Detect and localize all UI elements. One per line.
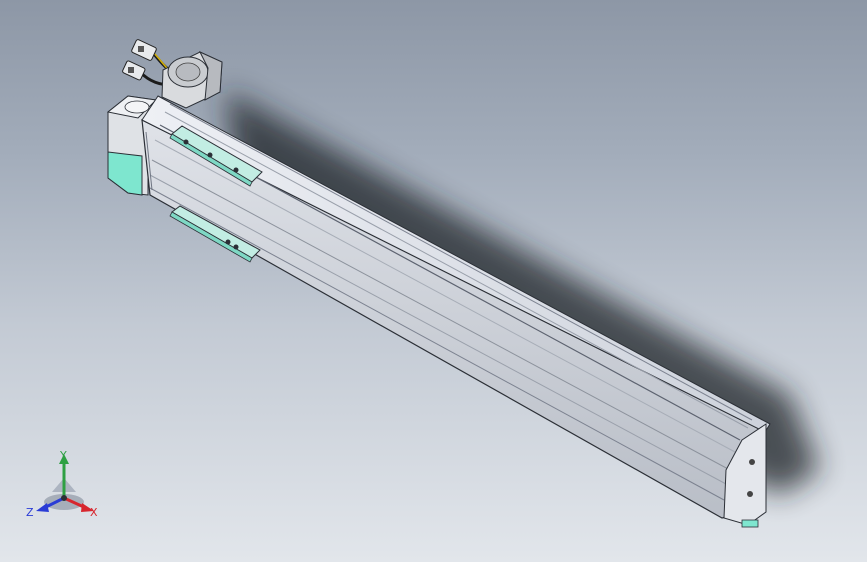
z-axis-label: Z [26, 506, 34, 519]
x-axis-label: X [90, 506, 98, 519]
linear-actuator-model[interactable] [0, 0, 867, 562]
orientation-triad: Y X Z [26, 449, 98, 519]
servo-motor [161, 50, 223, 109]
y-axis-label: Y [59, 449, 67, 462]
cad-viewport[interactable]: Y X Z [0, 0, 867, 562]
